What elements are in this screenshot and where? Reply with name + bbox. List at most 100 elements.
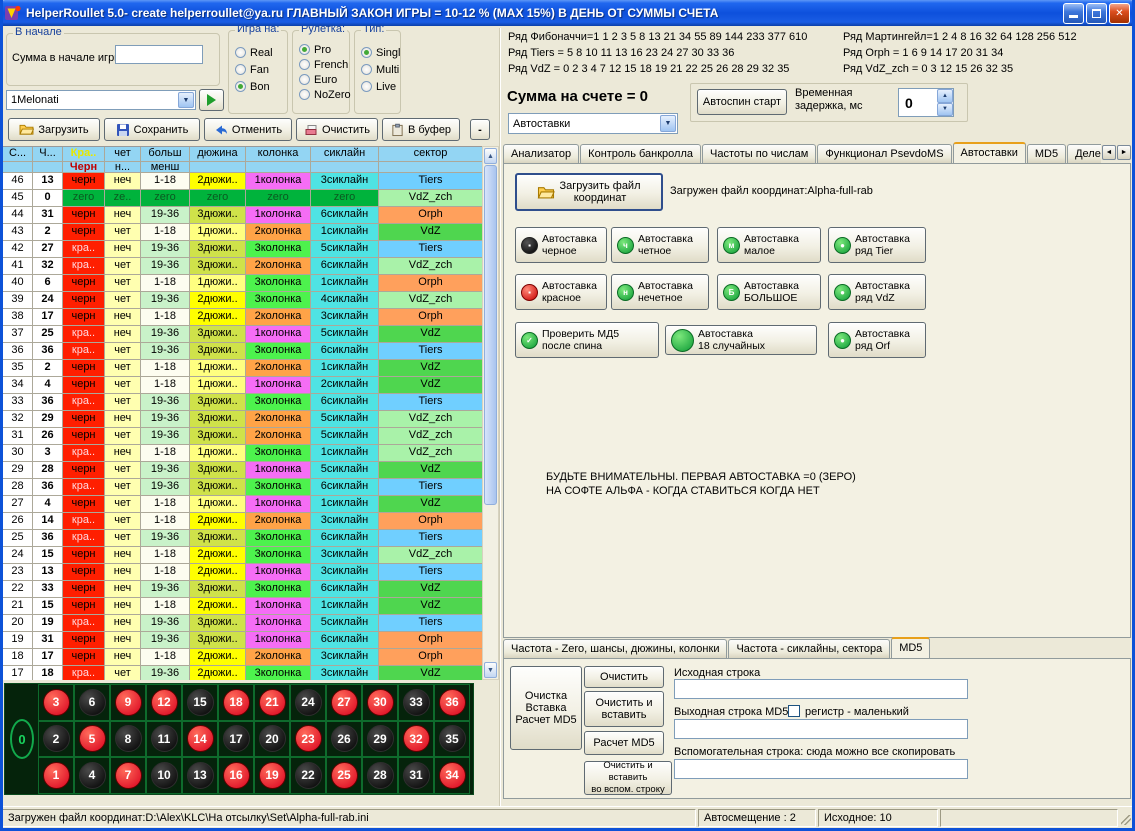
board-number-28[interactable]: 28 (362, 757, 398, 794)
board-number-31[interactable]: 31 (398, 757, 434, 794)
table-row[interactable]: 3126чернчет19-363дюжи..2колонка5сиклайнV… (3, 428, 482, 445)
tab-функционал-psevdoms[interactable]: Функционал PsevdoMS (817, 144, 951, 163)
table-row[interactable]: 450zeroze..zerozerozerozeroVdZ_zch (3, 190, 482, 207)
table-row[interactable]: 2614кра..чет1-182дюжи..2колонка3сиклайнO… (3, 513, 482, 530)
table-row[interactable]: 3725кра..неч19-363дюжи..1колонка5сиклайн… (3, 326, 482, 343)
stake-button-ряд-vdz[interactable]: ●Автоставка ряд VdZ (828, 274, 926, 310)
md5-big-button[interactable]: Очистка Вставка Расчет MD5 (510, 666, 582, 750)
play-button[interactable] (199, 89, 224, 111)
board-number-36[interactable]: 36 (434, 684, 470, 721)
board-number-35[interactable]: 35 (434, 721, 470, 758)
board-number-14[interactable]: 14 (182, 721, 218, 758)
board-number-18[interactable]: 18 (218, 684, 254, 721)
table-row[interactable]: 1817черннеч1-182дюжи..2колонка3сиклайнOr… (3, 649, 482, 666)
table-row[interactable]: 432чернчет1-181дюжи..2колонка1сиклайнVdZ (3, 224, 482, 241)
stake-button-черное[interactable]: ▪Автоставка черное (515, 227, 607, 263)
delay-spinner[interactable]: 0 ▲ ▼ (898, 88, 954, 117)
board-number-5[interactable]: 5 (74, 721, 110, 758)
stake-button-после-спина[interactable]: ✓Проверить МД5 после спина (515, 322, 659, 358)
board-number-11[interactable]: 11 (146, 721, 182, 758)
radio-real[interactable]: Real (235, 44, 287, 61)
minimize-button[interactable] (1063, 3, 1084, 24)
board-zero[interactable]: 0 (7, 684, 37, 794)
radio-french[interactable]: French (299, 57, 349, 72)
md5-clear-button[interactable]: Очистить (584, 666, 664, 688)
preset-combo[interactable]: 1Melonati ▼ (6, 90, 196, 110)
titlebar[interactable]: HelperRoullet 5.0- create helperroullet@… (0, 0, 1135, 26)
board-number-8[interactable]: 8 (110, 721, 146, 758)
tab-анализатор[interactable]: Анализатор (503, 144, 579, 163)
board-number-3[interactable]: 3 (38, 684, 74, 721)
load-button[interactable]: Загрузить (8, 118, 100, 141)
tab-scroll-right-button[interactable]: ► (1117, 145, 1131, 160)
board-number-13[interactable]: 13 (182, 757, 218, 794)
board-number-12[interactable]: 12 (146, 684, 182, 721)
column-header[interactable]: колонка (246, 147, 311, 162)
table-row[interactable]: 274чернчет1-181дюжи..1колонка1сиклайнVdZ (3, 496, 482, 513)
tab-scroll-left-button[interactable]: ◄ (1102, 145, 1116, 160)
spinner-up-button[interactable]: ▲ (937, 89, 953, 103)
board-number-15[interactable]: 15 (182, 684, 218, 721)
copy-buffer-button[interactable]: В буфер (382, 118, 460, 141)
chevron-down-icon[interactable]: ▼ (660, 115, 676, 132)
column-header[interactable]: чет (105, 147, 141, 162)
resize-grip[interactable] (1121, 815, 1131, 825)
table-row[interactable]: 2233черннеч19-363дюжи..3колонка6сиклайнV… (3, 581, 482, 598)
board-number-16[interactable]: 16 (218, 757, 254, 794)
table-row[interactable]: 1931черннеч19-363дюжи..1колонка6сиклайнO… (3, 632, 482, 649)
table-row[interactable]: 3336кра..чет19-363дюжи..3колонка6сиклайн… (3, 394, 482, 411)
board-number-26[interactable]: 26 (326, 721, 362, 758)
md5-calc-button[interactable]: Расчет MD5 (584, 731, 664, 755)
column-header[interactable]: больш (141, 147, 190, 162)
table-row[interactable]: 4613черннеч1-182дюжи..1колонка3сиклайнTi… (3, 173, 482, 190)
table-row[interactable]: 303кра..неч1-181дюжи..3колонка1сиклайнVd… (3, 445, 482, 462)
radio-bon[interactable]: Bon (235, 78, 287, 95)
autostakes-combo[interactable]: Автоставки ▼ (508, 113, 678, 134)
radio-nozero[interactable]: NoZero (299, 87, 349, 102)
board-number-6[interactable]: 6 (74, 684, 110, 721)
table-row[interactable]: 3229черннеч19-363дюжи..2колонка5сиклайнV… (3, 411, 482, 428)
board-number-25[interactable]: 25 (326, 757, 362, 794)
board-number-27[interactable]: 27 (326, 684, 362, 721)
tab-md5[interactable]: MD5 (891, 637, 930, 658)
board-number-17[interactable]: 17 (218, 721, 254, 758)
radio-singl[interactable]: Singl (361, 44, 400, 61)
board-number-33[interactable]: 33 (398, 684, 434, 721)
tab-делени[interactable]: Делени (1067, 144, 1101, 163)
table-row[interactable]: 2313черннеч1-182дюжи..1колонка3сиклайнTi… (3, 564, 482, 581)
board-number-22[interactable]: 22 (290, 757, 326, 794)
column-header[interactable]: Ч... (33, 147, 63, 162)
table-row[interactable]: 352чернчет1-181дюжи..2колонка1сиклайнVdZ (3, 360, 482, 377)
table-row[interactable]: 2928чернчет19-363дюжи..1колонка5сиклайнV… (3, 462, 482, 479)
chevron-down-icon[interactable]: ▼ (178, 92, 194, 108)
table-row[interactable]: 2019кра..неч19-363дюжи..1колонка5сиклайн… (3, 615, 482, 632)
md5-clear-insert-button[interactable]: Очистить и вставить (584, 691, 664, 727)
table-row[interactable]: 344чернчет1-181дюжи..1колонка2сиклайнVdZ (3, 377, 482, 394)
board-number-20[interactable]: 20 (254, 721, 290, 758)
register-checkbox[interactable] (788, 705, 800, 717)
table-row[interactable]: 2115черннеч1-182дюжи..1колонка1сиклайнVd… (3, 598, 482, 615)
scroll-down-button[interactable]: ▼ (484, 662, 497, 678)
table-row[interactable]: 1718кра..чет19-362дюжи..3колонка3сиклайн… (3, 666, 482, 680)
radio-pro[interactable]: Pro (299, 42, 349, 57)
stake-button-нечетное[interactable]: нАвтоставка нечетное (611, 274, 709, 310)
board-number-21[interactable]: 21 (254, 684, 290, 721)
board-number-32[interactable]: 32 (398, 721, 434, 758)
board-number-23[interactable]: 23 (290, 721, 326, 758)
stake-button-малое[interactable]: мАвтоставка малое (717, 227, 821, 263)
column-header[interactable]: дюжина (190, 147, 246, 162)
source-string-input[interactable] (674, 679, 968, 699)
tab-контроль-банкролла[interactable]: Контроль банкролла (580, 144, 701, 163)
board-number-34[interactable]: 34 (434, 757, 470, 794)
spinner-down-button[interactable]: ▼ (937, 103, 953, 117)
column-header[interactable]: С... (3, 147, 33, 162)
board-number-4[interactable]: 4 (74, 757, 110, 794)
start-sum-input[interactable] (115, 45, 203, 64)
board-number-10[interactable]: 10 (146, 757, 182, 794)
board-number-9[interactable]: 9 (110, 684, 146, 721)
output-string-input[interactable] (674, 719, 968, 739)
table-row[interactable]: 2415черннеч1-182дюжи..3колонка3сиклайнVd… (3, 547, 482, 564)
board-number-30[interactable]: 30 (362, 684, 398, 721)
close-button[interactable]: ✕ (1109, 3, 1130, 24)
tab-частоты-по-числам[interactable]: Частоты по числам (702, 144, 816, 163)
